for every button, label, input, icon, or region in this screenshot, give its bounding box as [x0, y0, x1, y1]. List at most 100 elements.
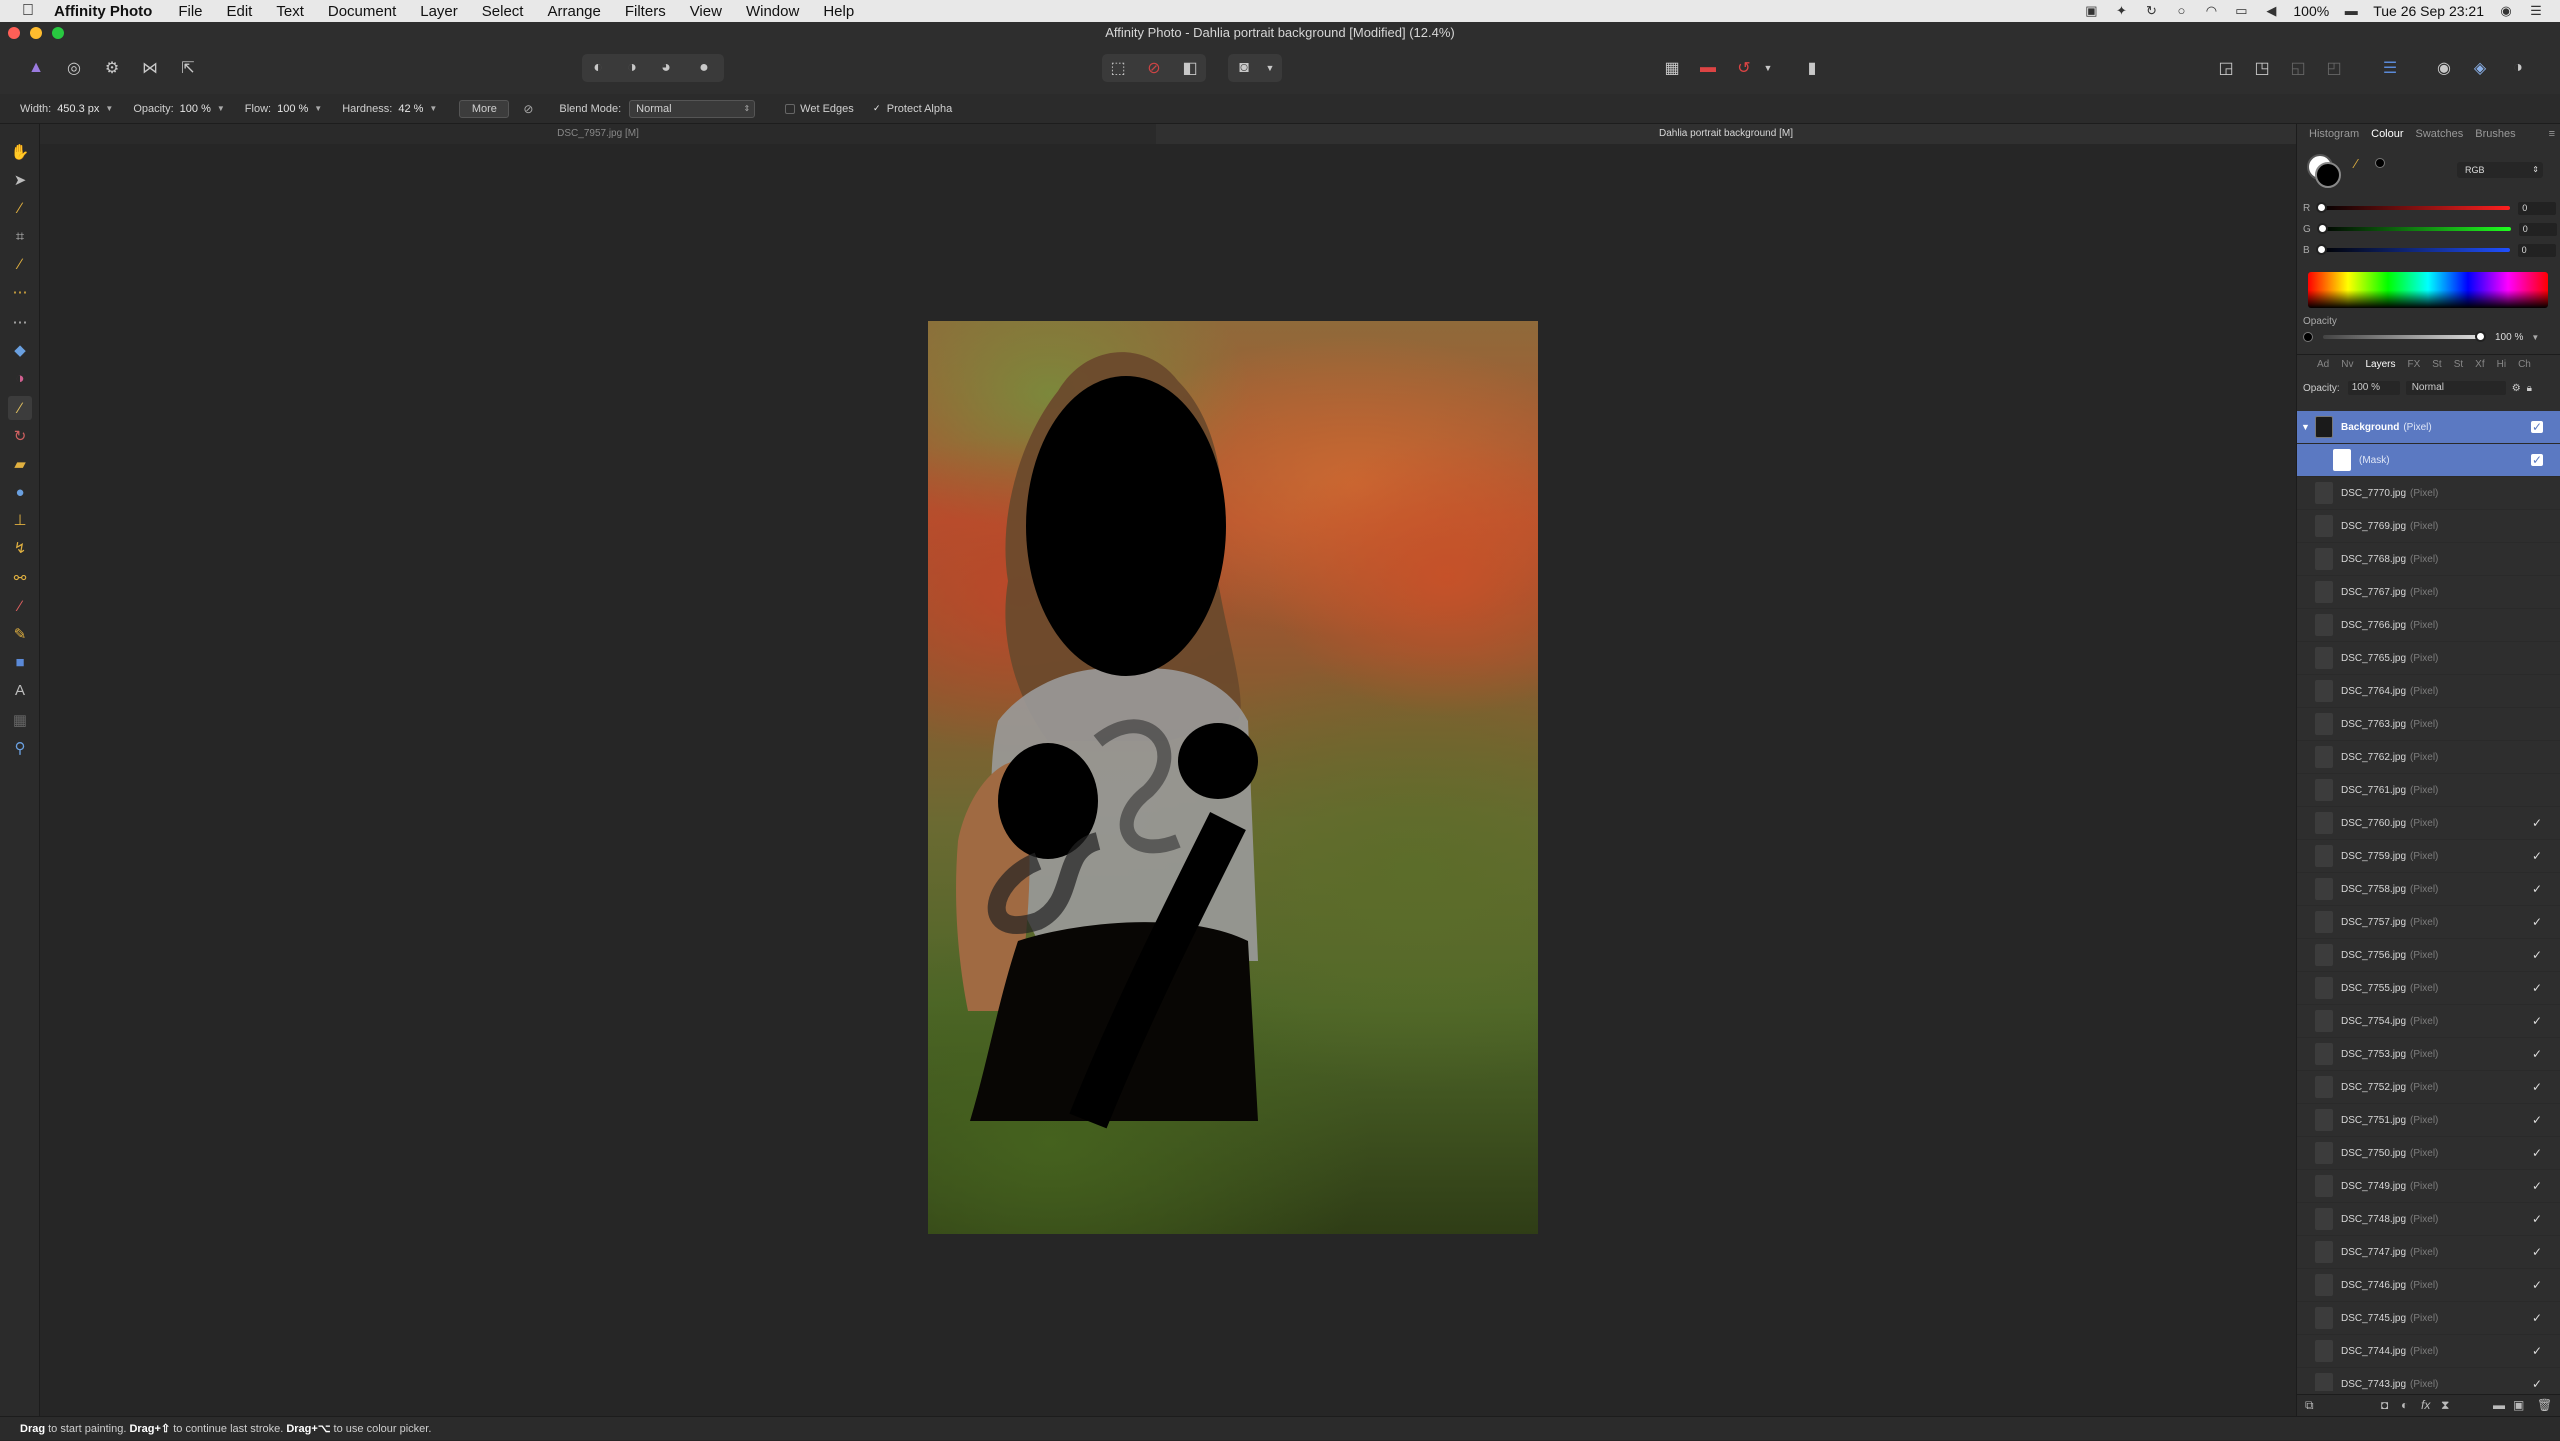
layer-row[interactable]: DSC_7752.jpg (Pixel) ✓	[2297, 1071, 2560, 1104]
fx-icon[interactable]: fx	[2421, 1398, 2430, 1412]
menu-arrange[interactable]: Arrange	[547, 3, 600, 20]
intersect-icon[interactable]: ◑	[2506, 56, 2530, 80]
menu-file[interactable]: File	[178, 3, 202, 20]
layer-visibility-checkbox[interactable]: ✓	[2531, 949, 2543, 961]
layer-visibility-checkbox[interactable]: ✓	[2531, 1312, 2543, 1324]
colour-picker-tool-icon[interactable]: ∕	[8, 196, 32, 220]
arrange-back-icon[interactable]: ◲	[2214, 56, 2238, 80]
layer-row[interactable]: DSC_7760.jpg (Pixel) ✓	[2297, 807, 2560, 840]
quick-mask-icon[interactable]: ◙	[1232, 56, 1256, 80]
layer-lock-icon[interactable]: 🔒︎	[2527, 383, 2532, 394]
app-status-icon[interactable]: ▣	[2083, 4, 2099, 18]
layer-row[interactable]: DSC_7747.jpg (Pixel) ✓	[2297, 1236, 2560, 1269]
tab-colour[interactable]: Colour	[2371, 128, 2403, 140]
deselect-icon[interactable]: ⊘	[1142, 56, 1166, 80]
gradient-tool-icon[interactable]: ◑	[8, 366, 32, 390]
close-window-button[interactable]	[8, 27, 20, 39]
sync-icon[interactable]: ↻	[2143, 4, 2159, 18]
tab-channels[interactable]: Ch	[2518, 359, 2531, 370]
layers-menu-icon[interactable]: ⧉	[2305, 1398, 2314, 1413]
auto-contrast-icon[interactable]: ◑	[620, 56, 644, 80]
tab-layers[interactable]: Layers	[2365, 359, 2395, 370]
more-button[interactable]: More	[459, 99, 510, 118]
layer-visibility-checkbox[interactable]	[2531, 784, 2543, 796]
layer-visibility-checkbox[interactable]	[2531, 553, 2543, 565]
menu-select[interactable]: Select	[482, 3, 524, 20]
layer-visibility-checkbox[interactable]	[2531, 619, 2543, 631]
marquee-tool-icon[interactable]: ⋯	[8, 310, 32, 334]
force-pixel-icon[interactable]: ▬	[1696, 56, 1720, 80]
layer-row[interactable]: DSC_7766.jpg (Pixel)	[2297, 609, 2560, 642]
opacity-control[interactable]: Opacity: 100 % ▼	[133, 103, 224, 115]
align-icon[interactable]: ☰	[2378, 56, 2402, 80]
layer-row-mask[interactable]: (Mask) ✓	[2297, 444, 2560, 477]
hand-tool-icon[interactable]: ✋	[8, 140, 32, 164]
tab-brushes[interactable]: Brushes	[2475, 128, 2515, 140]
layer-row[interactable]: DSC_7745.jpg (Pixel) ✓	[2297, 1302, 2560, 1335]
layer-row[interactable]: DSC_7755.jpg (Pixel) ✓	[2297, 972, 2560, 1005]
layer-row[interactable]: DSC_7768.jpg (Pixel)	[2297, 543, 2560, 576]
layer-visibility-checkbox[interactable]: ✓	[2531, 1378, 2543, 1390]
colour-opacity-value[interactable]: 100 %	[2495, 332, 2523, 343]
zoom-tool-icon[interactable]: ⚲	[8, 736, 32, 760]
red-slider[interactable]	[2316, 202, 2511, 213]
quick-mask-dropdown-icon[interactable]: ▼	[1258, 56, 1282, 80]
flow-control[interactable]: Flow: 100 % ▼	[245, 103, 322, 115]
info-icon[interactable]: ▮	[1800, 56, 1824, 80]
tone-mapping-persona-icon[interactable]: ⋈	[138, 56, 162, 80]
clock[interactable]: Tue 26 Sep 23:21	[2373, 3, 2484, 19]
picked-colour-swatch[interactable]	[2375, 158, 2385, 168]
opacity-value[interactable]: 100 %	[180, 103, 211, 115]
tab-styles[interactable]: St	[2432, 359, 2441, 370]
subtract-icon[interactable]: ◈	[2468, 56, 2492, 80]
layer-visibility-checkbox[interactable]: ✓	[2531, 1246, 2543, 1258]
layer-row[interactable]: DSC_7756.jpg (Pixel) ✓	[2297, 939, 2560, 972]
flow-dropdown-icon[interactable]: ▼	[314, 104, 322, 113]
export-persona-icon[interactable]: ⇱	[176, 56, 200, 80]
add-mask-icon[interactable]: ◘	[2381, 1398, 2388, 1412]
airplay-icon[interactable]: ▭	[2233, 4, 2249, 18]
dropbox-icon[interactable]: ✦	[2113, 4, 2129, 18]
notification-center-icon[interactable]: ☰	[2528, 4, 2544, 18]
app-menu[interactable]: Affinity Photo	[54, 3, 152, 20]
layer-row[interactable]: DSC_7769.jpg (Pixel)	[2297, 510, 2560, 543]
menu-layer[interactable]: Layer	[420, 3, 458, 20]
paint-brush-tool-icon[interactable]: ∕	[8, 396, 32, 420]
layer-visibility-checkbox[interactable]: ✓	[2531, 1147, 2543, 1159]
minimize-window-button[interactable]	[30, 27, 42, 39]
layer-row[interactable]: DSC_7751.jpg (Pixel) ✓	[2297, 1104, 2560, 1137]
layer-visibility-checkbox[interactable]: ✓	[2531, 1081, 2543, 1093]
menu-window[interactable]: Window	[746, 3, 799, 20]
width-value[interactable]: 450.3 px	[57, 103, 99, 115]
dodge-tool-icon[interactable]: ●	[8, 480, 32, 504]
mesh-warp-tool-icon[interactable]: ▦	[8, 708, 32, 732]
circle-icon[interactable]: ○	[2173, 4, 2189, 18]
layer-row[interactable]: DSC_7770.jpg (Pixel)	[2297, 477, 2560, 510]
menu-text[interactable]: Text	[276, 3, 304, 20]
protect-alpha-toggle[interactable]: ✓ Protect Alpha	[872, 103, 952, 115]
flood-fill-tool-icon[interactable]: ◆	[8, 338, 32, 362]
blue-value[interactable]: 0	[2517, 243, 2556, 257]
colour-model-select[interactable]: RGB ⇕	[2457, 162, 2543, 178]
layer-row[interactable]: DSC_7761.jpg (Pixel)	[2297, 774, 2560, 807]
layer-visibility-checkbox[interactable]: ✓	[2531, 817, 2543, 829]
siri-icon[interactable]: ◉	[2498, 4, 2514, 18]
red-slider-knob[interactable]	[2316, 202, 2328, 213]
erase-brush-tool-icon[interactable]: ▰	[8, 452, 32, 476]
document-canvas[interactable]	[928, 321, 1538, 1234]
live-filter-icon[interactable]: ⧗	[2441, 1398, 2449, 1413]
canvas-area[interactable]	[40, 144, 2296, 1416]
layer-row-background[interactable]: ▼ Background (Pixel) ✓	[2297, 411, 2560, 444]
tab-dahlia-portrait[interactable]: Dahlia portrait background [M]	[1156, 124, 2296, 144]
layer-visibility-checkbox[interactable]: ✓	[2531, 916, 2543, 928]
menu-help[interactable]: Help	[823, 3, 854, 20]
layer-opacity-value[interactable]: 100 %	[2347, 381, 2400, 395]
colour-spectrum[interactable]	[2308, 272, 2548, 308]
snapping-icon[interactable]: ▦	[1660, 56, 1684, 80]
layer-visibility-checkbox[interactable]	[2531, 685, 2543, 697]
add-icon[interactable]: ◉	[2432, 56, 2456, 80]
blue-slider-knob[interactable]	[2315, 244, 2327, 255]
layer-row[interactable]: DSC_7764.jpg (Pixel)	[2297, 675, 2560, 708]
layer-expand-icon[interactable]: ▼	[2301, 422, 2310, 432]
foreground-colour-well[interactable]	[2315, 162, 2341, 188]
